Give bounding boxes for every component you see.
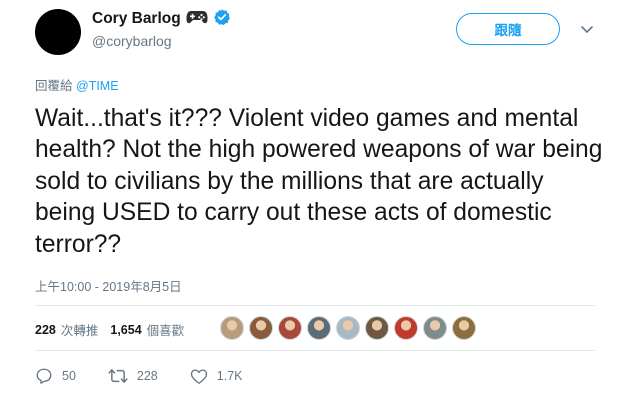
liker-avatar[interactable] — [452, 316, 476, 340]
gamepad-icon — [186, 9, 208, 30]
tweet-text: Wait...that's it??? Violent video games … — [35, 105, 603, 258]
reply-to-prefix: 回覆給 — [35, 79, 73, 93]
like-count: 1.7K — [216, 369, 243, 383]
reply-count: 50 — [62, 369, 76, 383]
retweets-count[interactable]: 228 — [35, 323, 56, 337]
author-handle[interactable]: @corybarlog — [92, 33, 172, 49]
heart-icon[interactable] — [190, 368, 208, 385]
tweet-timestamp[interactable]: 上午10:00 - 2019年8月5日 — [35, 276, 182, 295]
likes-count[interactable]: 1,654 — [110, 323, 141, 337]
retweet-action[interactable]: 228 — [108, 367, 158, 385]
liker-avatar[interactable] — [365, 316, 389, 340]
liker-avatar[interactable] — [336, 316, 360, 340]
retweet-count: 228 — [136, 369, 158, 383]
divider-top — [35, 305, 595, 306]
like-action[interactable]: 1.7K — [190, 368, 243, 385]
chevron-down-icon[interactable] — [579, 21, 595, 37]
liker-avatar[interactable] — [307, 316, 331, 340]
tweet-stats: 228 次轉推 1,654 個喜歡 — [35, 320, 196, 339]
retweet-icon[interactable] — [108, 367, 128, 385]
follow-button[interactable]: 跟隨 — [456, 13, 560, 45]
divider-bottom — [35, 350, 595, 351]
reply-to-mention-link[interactable]: @TIME — [76, 79, 119, 93]
likes-label[interactable]: 個喜歡 — [147, 320, 185, 339]
liker-avatar[interactable] — [423, 316, 447, 340]
tweet-actions: 50 228 1.7K — [35, 366, 274, 386]
verified-badge-icon — [213, 8, 231, 31]
reply-icon[interactable] — [35, 367, 53, 385]
reply-action[interactable]: 50 — [35, 367, 76, 385]
retweets-label[interactable]: 次轉推 — [61, 320, 99, 339]
author-avatar[interactable] — [35, 9, 81, 55]
liker-avatars — [220, 316, 476, 340]
author-display-name[interactable]: Cory Barlog — [92, 10, 181, 28]
liker-avatar[interactable] — [249, 316, 273, 340]
liker-avatar[interactable] — [220, 316, 244, 340]
liker-avatar[interactable] — [278, 316, 302, 340]
author-name-row: Cory Barlog — [92, 8, 231, 31]
reply-to-line: 回覆給 @TIME — [35, 75, 119, 94]
liker-avatar[interactable] — [394, 316, 418, 340]
